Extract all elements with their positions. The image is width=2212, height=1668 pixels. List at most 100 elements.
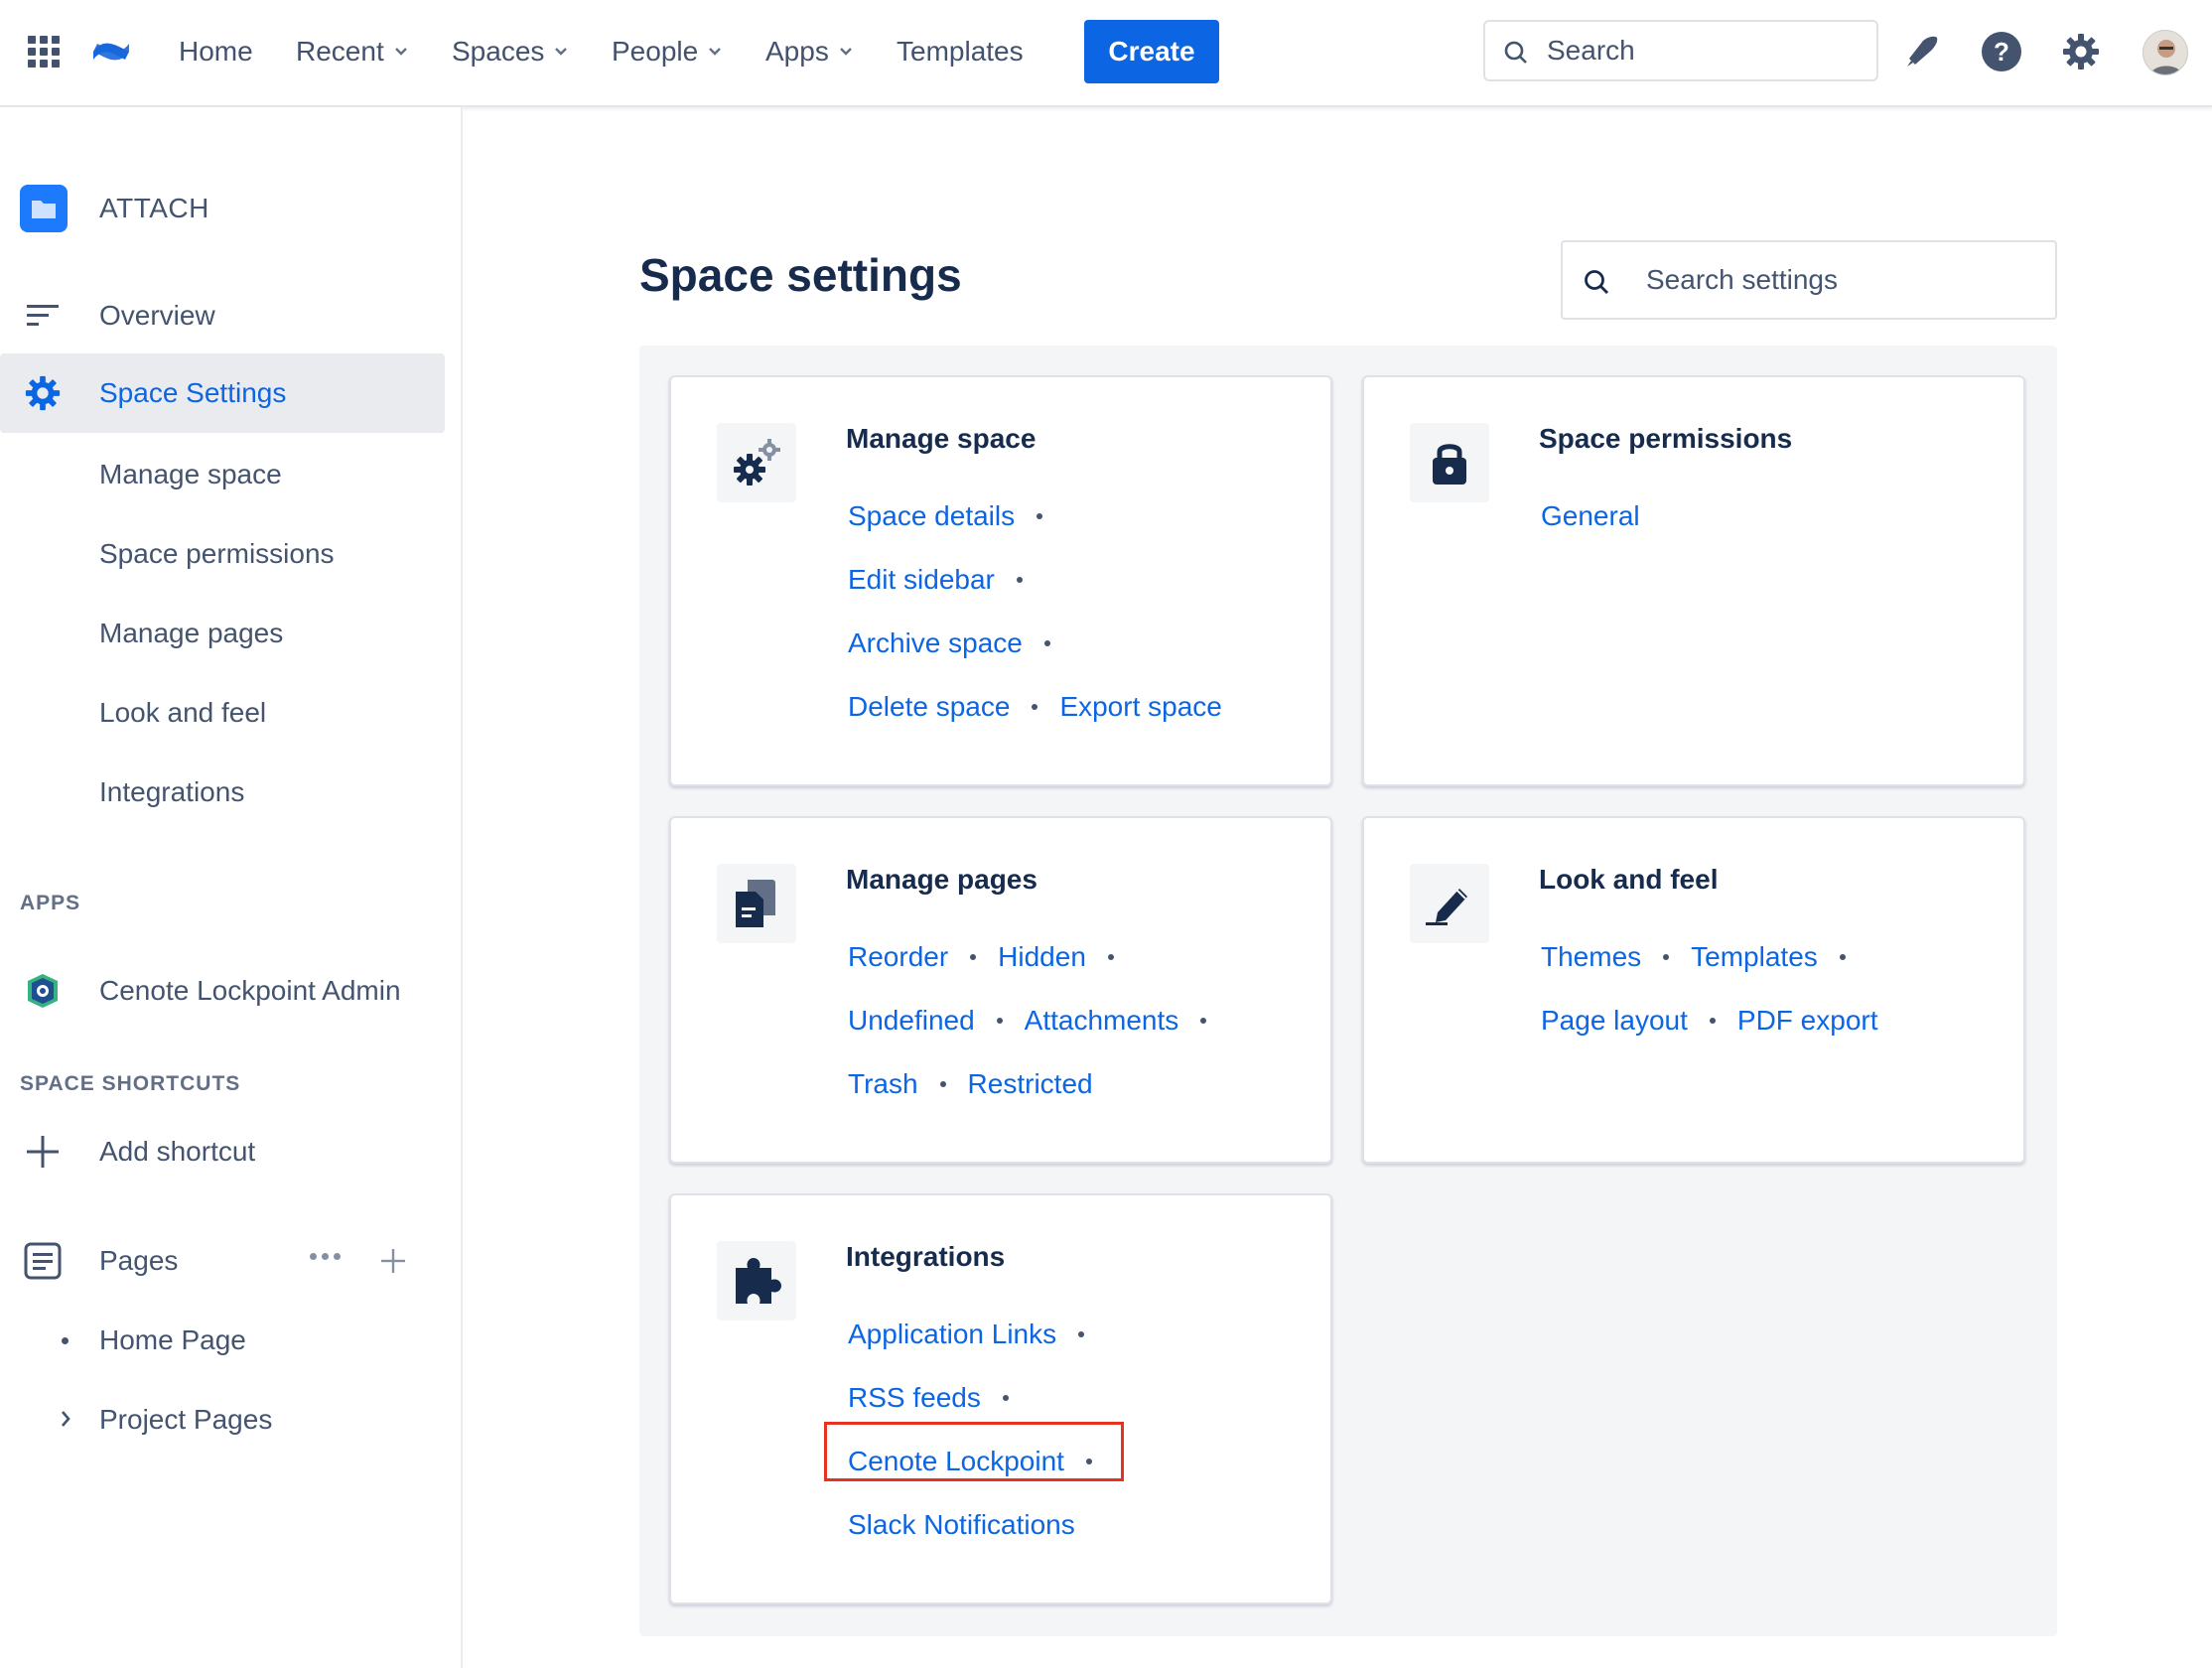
separator-dot bbox=[1016, 577, 1023, 583]
card-integrations: Integrations Application Links RSS feeds… bbox=[669, 1193, 1332, 1604]
settings-search-input[interactable]: Search settings bbox=[1561, 240, 2057, 320]
create-button[interactable]: Create bbox=[1084, 20, 1219, 83]
nav-home-label: Home bbox=[179, 36, 253, 67]
sidebar-app-cenote-lockpoint-admin[interactable]: Cenote Lockpoint Admin bbox=[0, 951, 445, 1031]
link-undefined[interactable]: Undefined bbox=[848, 1005, 975, 1037]
help-icon[interactable]: ? bbox=[1980, 30, 2023, 73]
sidebar-item-label: Integrations bbox=[99, 776, 245, 807]
separator-dot bbox=[1709, 1018, 1716, 1024]
card-title: Space permissions bbox=[1539, 423, 1793, 454]
space-name: ATTACH bbox=[99, 193, 209, 223]
link-page-layout[interactable]: Page layout bbox=[1541, 1005, 1688, 1037]
overview-lines-icon bbox=[22, 295, 64, 337]
link-export-space[interactable]: Export space bbox=[1059, 691, 1221, 723]
global-search-input[interactable]: Search bbox=[1483, 20, 1878, 81]
link-archive-space[interactable]: Archive space bbox=[848, 627, 1023, 659]
separator-dot bbox=[1043, 640, 1050, 646]
separator-dot bbox=[1839, 954, 1846, 960]
link-edit-sidebar[interactable]: Edit sidebar bbox=[848, 564, 995, 596]
card-title: Look and feel bbox=[1539, 864, 1719, 895]
link-pdf-export[interactable]: PDF export bbox=[1737, 1005, 1878, 1037]
page-tree-item-project-pages[interactable]: Project Pages bbox=[0, 1380, 445, 1460]
nav-templates[interactable]: Templates bbox=[897, 30, 1024, 73]
separator-dot bbox=[1663, 954, 1670, 960]
settings-icon[interactable] bbox=[2059, 30, 2103, 73]
space-header[interactable]: ATTACH bbox=[0, 169, 445, 248]
sidebar-item-label: Pages bbox=[99, 1245, 179, 1276]
notifications-icon[interactable] bbox=[1900, 30, 1944, 73]
sidebar-subitem-integrations[interactable]: Integrations bbox=[0, 753, 445, 832]
annotation-highlight-box bbox=[824, 1422, 1124, 1481]
cenote-lockpoint-icon bbox=[22, 970, 64, 1012]
separator-dot bbox=[939, 1081, 946, 1087]
puzzle-icon bbox=[717, 1241, 796, 1320]
sidebar-item-label: Cenote Lockpoint Admin bbox=[99, 975, 401, 1006]
link-trash[interactable]: Trash bbox=[848, 1068, 918, 1100]
avatar[interactable] bbox=[2143, 30, 2188, 75]
sidebar-item-label: Space Settings bbox=[99, 377, 287, 408]
nav-home[interactable]: Home bbox=[179, 30, 253, 73]
chevron-down-icon bbox=[709, 48, 722, 56]
separator-dot bbox=[1107, 954, 1114, 960]
card-links: Themes Templates Page layout PDF export bbox=[1541, 925, 1878, 1052]
sidebar-item-label: Manage pages bbox=[99, 618, 284, 648]
link-general[interactable]: General bbox=[1541, 500, 1640, 532]
card-links: Space details Edit sidebar Archive space… bbox=[848, 485, 1222, 739]
pencil-icon bbox=[1410, 864, 1489, 943]
sidebar-subitem-space-permissions[interactable]: Space permissions bbox=[0, 514, 445, 594]
sidebar-item-label: Overview bbox=[99, 300, 215, 331]
page-tree-item-home-page[interactable]: Home Page bbox=[0, 1301, 445, 1380]
link-restricted[interactable]: Restricted bbox=[968, 1068, 1093, 1100]
link-hidden[interactable]: Hidden bbox=[998, 941, 1086, 973]
card-links: General bbox=[1541, 485, 1640, 548]
nav-recent-label: Recent bbox=[296, 36, 384, 67]
nav-spaces[interactable]: Spaces bbox=[452, 30, 570, 73]
sidebar-subitem-manage-pages[interactable]: Manage pages bbox=[0, 594, 445, 673]
link-application-links[interactable]: Application Links bbox=[848, 1319, 1056, 1350]
bullet-icon bbox=[62, 1336, 69, 1344]
sidebar-item-label: Manage space bbox=[99, 459, 282, 489]
separator-dot bbox=[1002, 1395, 1009, 1401]
link-themes[interactable]: Themes bbox=[1541, 941, 1641, 973]
gear-icon bbox=[22, 372, 64, 414]
more-actions-icon[interactable] bbox=[310, 1253, 341, 1260]
link-reorder[interactable]: Reorder bbox=[848, 941, 948, 973]
top-navigation: Home Recent Spaces People Apps Templates… bbox=[0, 0, 2212, 107]
plus-icon bbox=[22, 1131, 64, 1173]
nav-people[interactable]: People bbox=[612, 30, 724, 73]
sidebar-item-label: Space permissions bbox=[99, 538, 335, 569]
link-rss-feeds[interactable]: RSS feeds bbox=[848, 1382, 981, 1414]
page-tree-label: Project Pages bbox=[99, 1404, 273, 1435]
separator-dot bbox=[1200, 1018, 1207, 1024]
chevron-right-icon[interactable] bbox=[58, 1408, 73, 1435]
link-slack-notifications[interactable]: Slack Notifications bbox=[848, 1509, 1075, 1541]
sidebar-item-label: Add shortcut bbox=[99, 1136, 256, 1167]
sidebar-item-pages[interactable]: Pages bbox=[0, 1221, 445, 1301]
search-icon bbox=[1585, 270, 1608, 294]
search-icon bbox=[1504, 41, 1527, 64]
svg-text:?: ? bbox=[1994, 37, 2009, 67]
link-templates[interactable]: Templates bbox=[1691, 941, 1818, 973]
link-attachments[interactable]: Attachments bbox=[1025, 1005, 1179, 1037]
space-sidebar: ATTACH Overview Space Settings Manage sp… bbox=[0, 107, 463, 1668]
nav-recent[interactable]: Recent bbox=[296, 30, 410, 73]
gears-icon bbox=[717, 423, 796, 502]
separator-dot bbox=[1078, 1331, 1085, 1337]
sidebar-item-overview[interactable]: Overview bbox=[0, 276, 445, 355]
separator-dot bbox=[1032, 704, 1038, 710]
confluence-logo-icon[interactable] bbox=[89, 30, 133, 73]
app-switcher-icon[interactable] bbox=[28, 36, 60, 68]
separator-dot bbox=[970, 954, 977, 960]
link-delete-space[interactable]: Delete space bbox=[848, 691, 1010, 723]
card-title: Integrations bbox=[846, 1241, 1006, 1272]
link-space-details[interactable]: Space details bbox=[848, 500, 1015, 532]
nav-apps[interactable]: Apps bbox=[765, 30, 855, 73]
sidebar-subitem-look-and-feel[interactable]: Look and feel bbox=[0, 673, 445, 753]
card-links: Reorder Hidden Undefined Attachments Trash… bbox=[848, 925, 1228, 1116]
nav-apps-label: Apps bbox=[765, 36, 829, 67]
card-look-and-feel: Look and feel Themes Templates Page layou… bbox=[1362, 816, 2025, 1164]
add-shortcut-button[interactable]: Add shortcut bbox=[0, 1112, 445, 1191]
sidebar-subitem-manage-space[interactable]: Manage space bbox=[0, 435, 445, 514]
sidebar-item-space-settings[interactable]: Space Settings bbox=[0, 353, 445, 433]
add-page-icon[interactable] bbox=[379, 1247, 407, 1280]
